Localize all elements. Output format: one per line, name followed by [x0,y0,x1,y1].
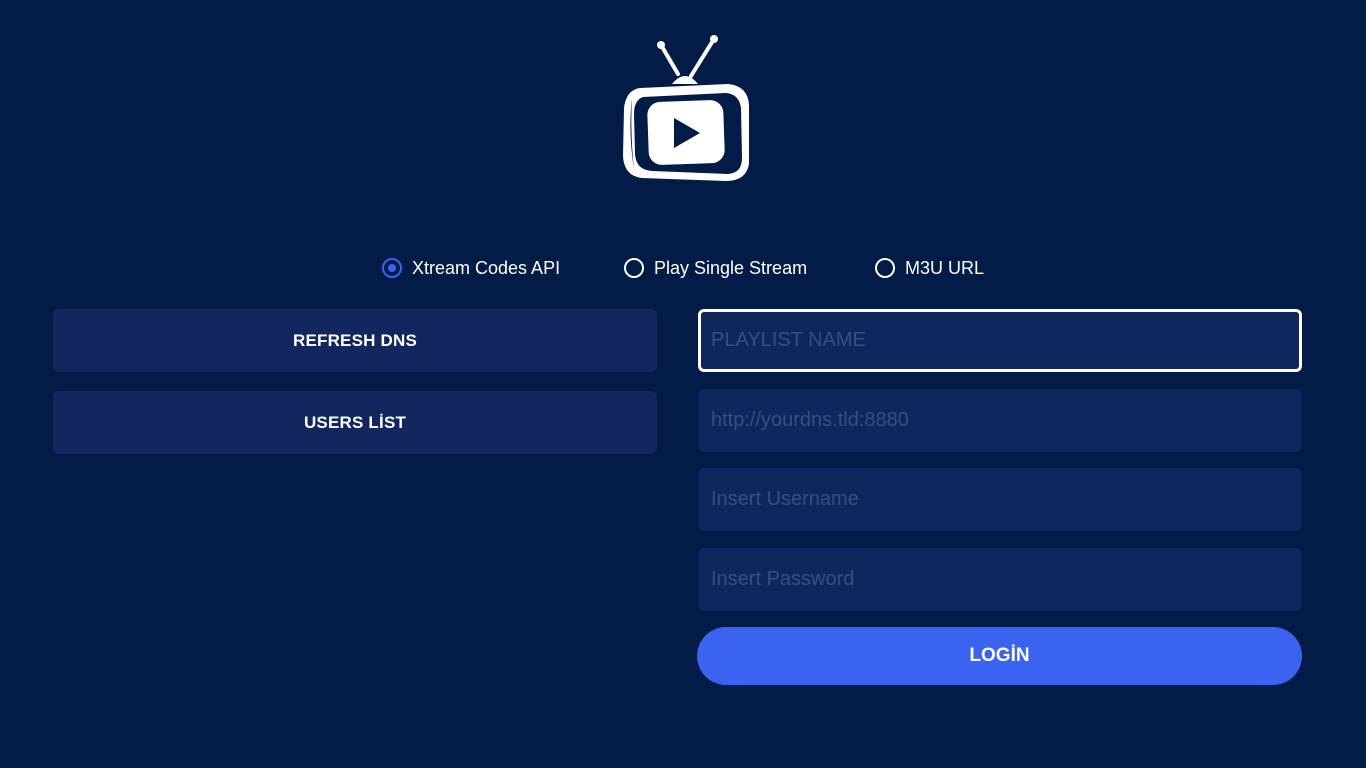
radio-label: Play Single Stream [654,257,808,278]
radio-xtream-codes-api[interactable]: Xtream Codes API [382,252,560,284]
tv-play-logo-icon [623,35,749,181]
password-input[interactable] [698,548,1302,611]
radio-unselected-icon [624,258,644,278]
users-list-button[interactable]: USERS LİST [53,391,657,454]
login-screen: Xtream Codes API Play Single Stream M3U … [0,0,1366,768]
radio-selected-icon [382,258,402,278]
radio-m3u-url[interactable]: M3U URL [875,252,984,284]
username-input[interactable] [698,468,1302,531]
playlist-name-input[interactable] [698,309,1302,372]
radio-label: M3U URL [905,257,985,278]
radio-label: Xtream Codes API [412,257,561,278]
dns-url-input[interactable] [698,389,1302,452]
radio-unselected-icon [875,258,895,278]
radio-play-single-stream[interactable]: Play Single Stream [624,252,807,284]
refresh-dns-button[interactable]: REFRESH DNS [53,309,657,372]
login-button[interactable]: LOGİN [697,627,1302,685]
